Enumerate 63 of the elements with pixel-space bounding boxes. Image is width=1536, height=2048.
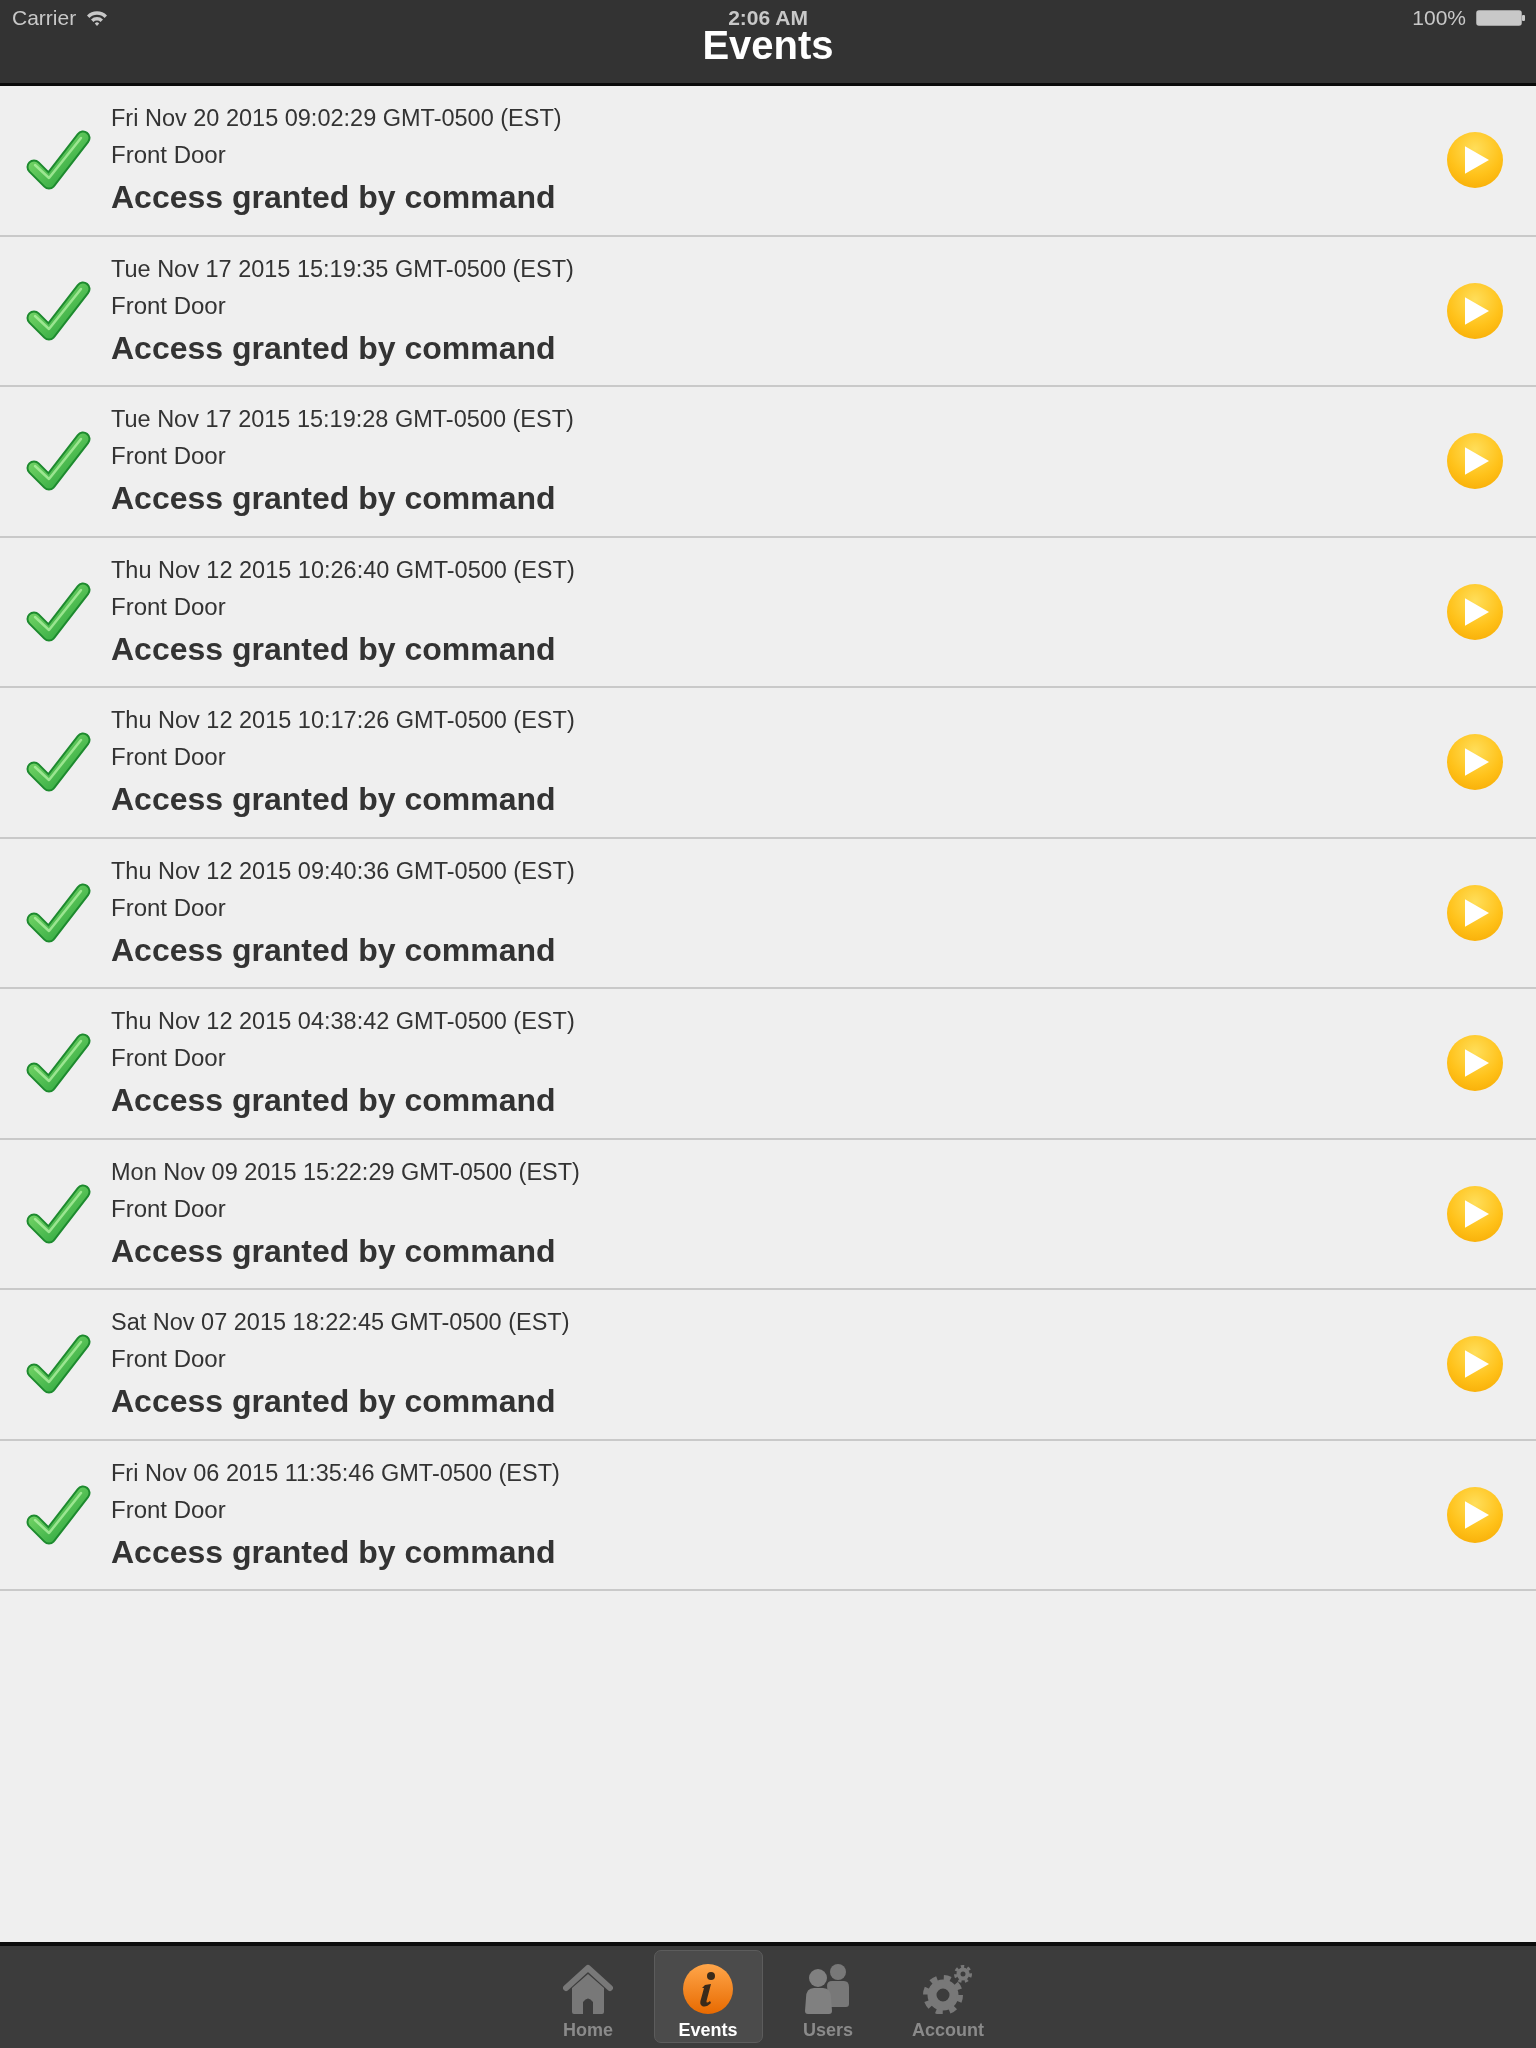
event-location: Front Door bbox=[111, 290, 227, 321]
event-message: Access granted by command bbox=[111, 1081, 557, 1121]
event-message: Access granted by command bbox=[111, 178, 557, 218]
event-location: Front Door bbox=[111, 742, 227, 773]
play-icon bbox=[1465, 296, 1489, 325]
event-location: Front Door bbox=[111, 591, 227, 622]
check-icon bbox=[25, 1182, 91, 1245]
event-message: Access granted by command bbox=[111, 930, 557, 970]
play-icon bbox=[1465, 898, 1489, 927]
play-icon bbox=[1465, 146, 1489, 175]
tab[interactable]: Events bbox=[653, 1950, 763, 2043]
carrier-label: Carrier bbox=[12, 7, 77, 28]
check-icon bbox=[25, 1032, 91, 1095]
event-timestamp: Fri Nov 20 2015 09:02:29 GMT-0500 (EST) bbox=[111, 104, 562, 134]
play-icon bbox=[1465, 1199, 1489, 1228]
check-icon bbox=[25, 1333, 91, 1396]
event-location: Front Door bbox=[111, 1193, 227, 1224]
event-location: Front Door bbox=[111, 140, 227, 171]
event-location: Front Door bbox=[111, 441, 227, 472]
play-icon bbox=[1465, 1049, 1489, 1078]
check-icon bbox=[25, 1483, 91, 1546]
play-icon bbox=[1465, 748, 1489, 777]
event-timestamp: Mon Nov 09 2015 15:22:29 GMT-0500 (EST) bbox=[111, 1157, 580, 1187]
event-location: Front Door bbox=[111, 892, 227, 923]
event-message: Access granted by command bbox=[111, 629, 557, 669]
event-timestamp: Tue Nov 17 2015 15:19:28 GMT-0500 (EST) bbox=[111, 405, 574, 435]
page-title: Events bbox=[702, 28, 834, 62]
clock-label: 2:06 AM bbox=[728, 7, 808, 28]
event-location: Front Door bbox=[111, 1043, 227, 1074]
play-icon bbox=[1465, 447, 1489, 476]
play-icon bbox=[1465, 1500, 1489, 1529]
event-message: Access granted by command bbox=[111, 780, 557, 820]
event-message: Access granted by command bbox=[111, 479, 557, 519]
event-message: Access granted by command bbox=[111, 328, 557, 368]
check-icon bbox=[25, 279, 91, 342]
gear-icon bbox=[923, 1964, 973, 2014]
event-timestamp: Fri Nov 06 2015 11:35:46 GMT-0500 (EST) bbox=[111, 1458, 560, 1488]
event-timestamp: Thu Nov 12 2015 09:40:36 GMT-0500 (EST) bbox=[111, 856, 575, 886]
check-icon bbox=[25, 129, 91, 192]
event-location: Front Door bbox=[111, 1344, 227, 1375]
info-icon bbox=[683, 1964, 733, 2014]
tab[interactable]: Account bbox=[893, 1950, 1003, 2043]
event-message: Access granted by command bbox=[111, 1382, 557, 1422]
event-message: Access granted by command bbox=[111, 1532, 557, 1572]
battery-percent-label: 100% bbox=[1412, 7, 1466, 28]
play-icon bbox=[1465, 1350, 1489, 1379]
event-timestamp: Tue Nov 17 2015 15:19:35 GMT-0500 (EST) bbox=[111, 254, 574, 284]
wifi-icon bbox=[86, 9, 109, 26]
tab[interactable]: Users bbox=[773, 1950, 883, 2043]
check-icon bbox=[25, 430, 91, 493]
event-timestamp: Thu Nov 12 2015 04:38:42 GMT-0500 (EST) bbox=[111, 1007, 575, 1037]
event-message: Access granted by command bbox=[111, 1231, 557, 1271]
check-icon bbox=[25, 580, 91, 643]
play-icon bbox=[1465, 597, 1489, 626]
tab[interactable]: Home bbox=[533, 1950, 643, 2043]
event-timestamp: Thu Nov 12 2015 10:17:26 GMT-0500 (EST) bbox=[111, 706, 575, 736]
home-icon bbox=[563, 1964, 613, 2014]
event-timestamp: Thu Nov 12 2015 10:26:40 GMT-0500 (EST) bbox=[111, 555, 575, 585]
check-icon bbox=[25, 731, 91, 794]
battery-icon bbox=[1476, 9, 1526, 26]
event-timestamp: Sat Nov 07 2015 18:22:45 GMT-0500 (EST) bbox=[111, 1308, 570, 1338]
check-icon bbox=[25, 881, 91, 944]
event-location: Front Door bbox=[111, 1494, 227, 1525]
